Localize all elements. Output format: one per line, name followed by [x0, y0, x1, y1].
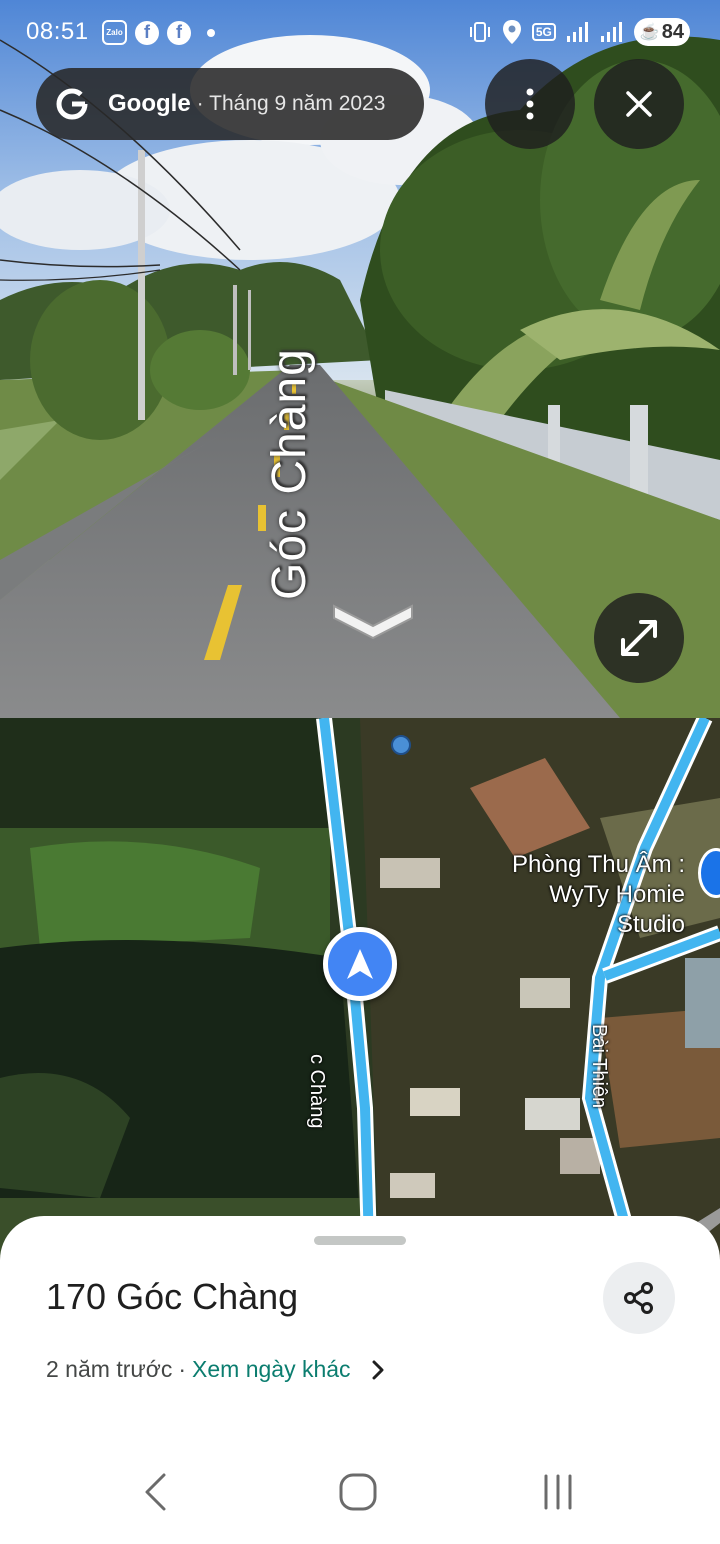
road-label-bai-thien: Bài Thiên: [588, 1024, 610, 1109]
place-title: 170 Góc Chàng: [46, 1276, 299, 1317]
separator: ·: [178, 1356, 187, 1382]
expand-icon: [621, 620, 657, 656]
poi-label[interactable]: Phòng Thu Âm : WyTy Homie Studio: [475, 850, 685, 940]
move-forward-chevron[interactable]: [330, 596, 416, 642]
signal-icon: [600, 22, 622, 42]
vibrate-icon: [469, 22, 490, 42]
battery-leaf-icon: ☕: [639, 24, 660, 41]
system-icons: 5G ☕ 84: [468, 18, 690, 46]
imagery-date-row: 2 năm trước · Xem ngày khác: [46, 1356, 385, 1383]
drag-handle[interactable]: [314, 1236, 406, 1245]
satellite-map[interactable]: Phòng Thu Âm : WyTy Homie Studio c Chàng…: [0, 718, 720, 1278]
close-button[interactable]: [594, 59, 684, 149]
home-icon: [339, 1473, 377, 1511]
more-vert-icon: [526, 88, 534, 120]
back-icon: [145, 1473, 166, 1511]
status-bar: 08:51 Zalo f f 5G ☕ 84: [0, 0, 720, 64]
current-position-marker[interactable]: [323, 927, 397, 1001]
more-options-button[interactable]: [485, 59, 575, 149]
navigation-arrow-icon: [347, 949, 373, 979]
signal-icon: [566, 22, 588, 42]
street-name-overlay: Góc Chàng: [263, 348, 316, 600]
recents-button[interactable]: [528, 1468, 588, 1516]
imagery-age: 2 năm trước: [46, 1356, 173, 1382]
imagery-info-pill[interactable]: Google · Tháng 9 năm 2023: [36, 68, 424, 140]
close-icon: [626, 91, 652, 117]
back-button[interactable]: [126, 1468, 186, 1516]
road-label-goc-chang: c Chàng: [306, 1054, 328, 1129]
see-other-dates-link[interactable]: Xem ngày khác: [192, 1356, 351, 1383]
chevron-down-icon: [333, 604, 413, 640]
google-g-icon: [36, 87, 108, 121]
chevron-right-icon[interactable]: [371, 1359, 385, 1381]
facebook-icon: f: [167, 20, 191, 45]
location-icon: [502, 20, 521, 44]
capture-date: · Tháng 9 năm 2023: [196, 92, 386, 115]
share-icon: [624, 1282, 653, 1314]
network-5g-icon: 5G: [531, 23, 556, 41]
share-button[interactable]: [603, 1262, 675, 1334]
facebook-icon: f: [135, 20, 159, 45]
status-time: 08:51: [26, 18, 89, 45]
more-notifications-dot-icon: [207, 28, 215, 37]
fullscreen-button[interactable]: [594, 593, 684, 683]
zalo-icon: Zalo: [102, 20, 127, 45]
google-brand: Google: [108, 90, 191, 117]
battery-indicator: ☕ 84: [633, 18, 690, 46]
recents-icon: [544, 1474, 572, 1510]
notification-icons: Zalo f f: [102, 20, 215, 45]
home-button[interactable]: [328, 1468, 388, 1516]
system-navigation-bar: [0, 1440, 720, 1544]
